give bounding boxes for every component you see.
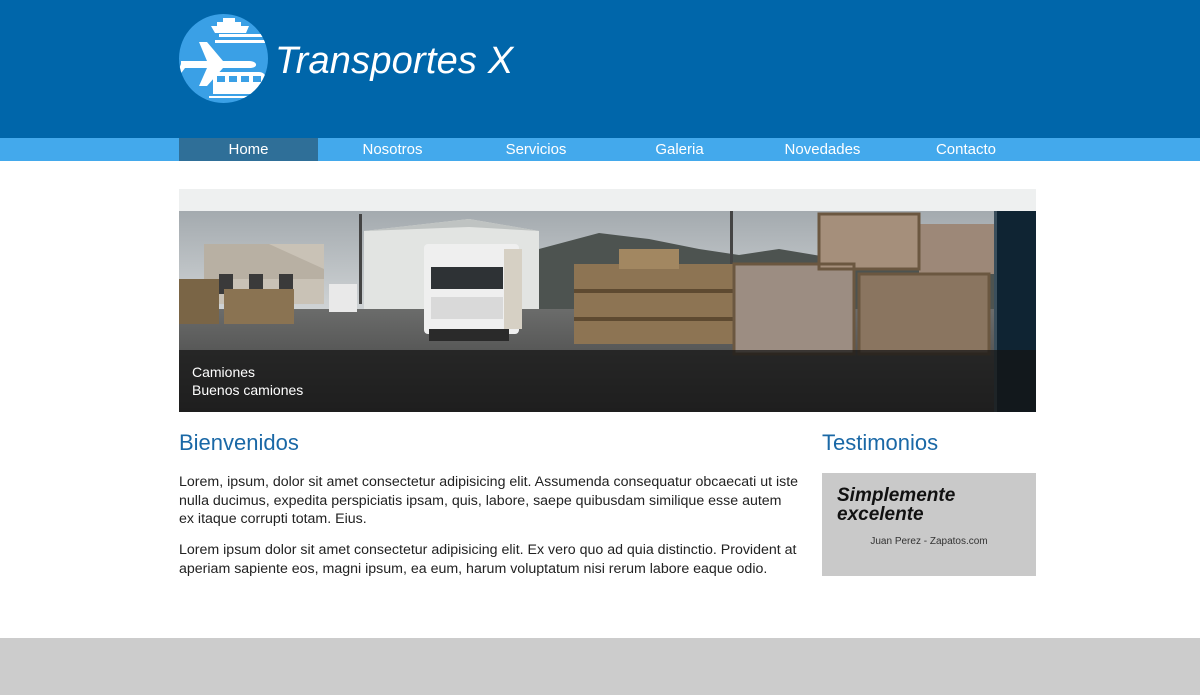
nav-item-servicios[interactable]: Servicios [465, 138, 607, 161]
nav-item-contacto[interactable]: Contacto [893, 138, 1039, 161]
main-nav: Home Nosotros Servicios Galeria Novedade… [0, 138, 1200, 161]
caption-title: Camiones [192, 364, 256, 380]
brand-name[interactable]: Transportes X [275, 40, 513, 83]
welcome-heading: Bienvenidos [179, 430, 299, 455]
welcome-paragraph-1: Lorem, ipsum, dolor sit amet consectetur… [179, 474, 799, 527]
nav-item-nosotros[interactable]: Nosotros [320, 138, 465, 161]
nav-item-home[interactable]: Home [179, 138, 318, 161]
nav-item-galeria[interactable]: Galeria [607, 138, 752, 161]
site-header: Transportes X [0, 0, 1200, 138]
slider-caption: Camiones Buenos camiones [179, 350, 1036, 412]
testimonial-quote: Simplemente excelente [837, 485, 956, 525]
plane-ship-train-logo-icon[interactable] [179, 14, 268, 103]
testimonial-author: Juan Perez - Zapatos.com [870, 536, 988, 547]
site-footer [0, 638, 1200, 695]
welcome-paragraph-2: Lorem ipsum dolor sit amet consectetur a… [179, 542, 797, 577]
testimonial-card: Simplemente excelente Juan Perez - Zapat… [822, 473, 1036, 576]
hero-slider[interactable]: Camiones Buenos camiones [179, 189, 1036, 412]
testimonials-heading: Testimonios [822, 430, 939, 455]
nav-item-novedades[interactable]: Novedades [752, 138, 893, 161]
caption-subtitle: Buenos camiones [192, 382, 304, 398]
